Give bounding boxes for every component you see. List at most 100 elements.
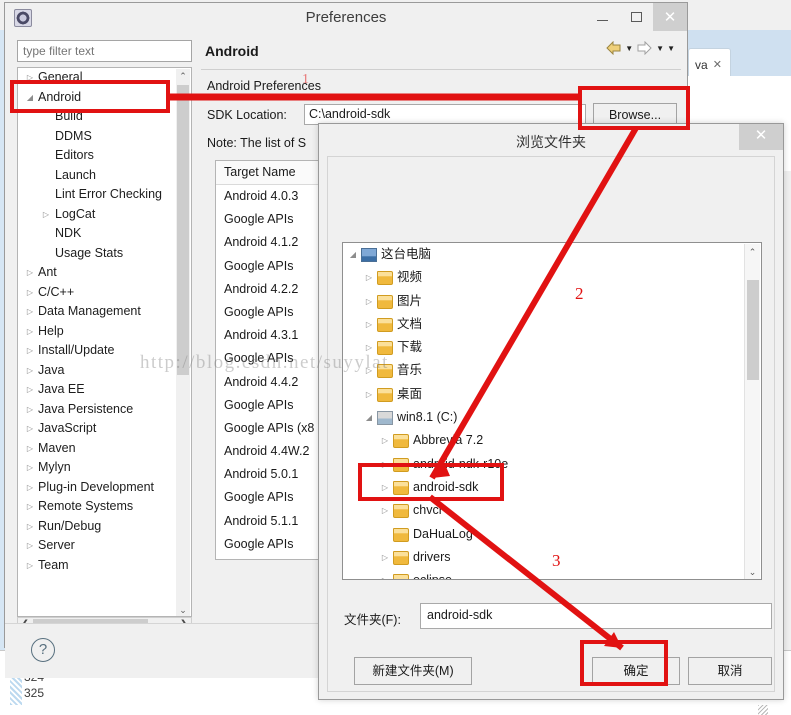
close-icon[interactable]: ✕ (713, 58, 722, 71)
disclosure-triangle-icon[interactable]: ▷ (24, 556, 36, 576)
sidebar-item-mylyn[interactable]: ▷ Mylyn (18, 458, 191, 478)
disclosure-triangle-icon[interactable]: ▷ (379, 546, 391, 569)
editor-tab-java[interactable]: va ✕ (688, 48, 731, 76)
scrollbar-thumb[interactable] (177, 85, 189, 375)
preferences-tree[interactable]: ▷ General ◢ Android Build DDMS Editors Launch Li… (17, 67, 192, 617)
tree-vertical-scrollbar[interactable]: ⌃ ⌄ (176, 69, 190, 616)
disclosure-triangle-icon[interactable]: ▷ (24, 263, 36, 283)
disclosure-triangle-icon[interactable]: ▷ (24, 361, 36, 381)
folder-tree-scrollbar[interactable]: ⌃ ⌄ (744, 244, 760, 579)
disclosure-triangle-icon[interactable]: ▷ (24, 478, 36, 498)
disclosure-triangle-icon[interactable]: ▷ (40, 205, 52, 225)
disclosure-triangle-icon[interactable]: ▷ (24, 439, 36, 459)
disclosure-triangle-icon[interactable]: ▷ (363, 383, 375, 406)
folder-tree-item[interactable]: ▷ 文档 (343, 313, 761, 336)
sidebar-item-ndk[interactable]: NDK (18, 224, 191, 244)
filter-input[interactable] (18, 41, 191, 61)
disclosure-triangle-icon[interactable]: ▷ (379, 476, 391, 499)
folder-tree-item[interactable]: ▷ android-ndk-r10e (343, 453, 761, 476)
sidebar-item-editors[interactable]: Editors (18, 146, 191, 166)
disclosure-triangle-icon[interactable]: ◢ (347, 243, 359, 266)
sidebar-item-c-c[interactable]: ▷ C/C++ (18, 283, 191, 303)
sidebar-item-lint-error-checking[interactable]: Lint Error Checking (18, 185, 191, 205)
folder-tree[interactable]: ◢ 这台电脑 ▷ 视频 ▷ 图片 ▷ 文档 ▷ 下载 ▷ 音乐 ▷ 桌面 ◢ win8.1 (C:) ▷ Abbr… (342, 242, 762, 580)
disclosure-triangle-icon[interactable]: ▷ (24, 458, 36, 478)
folder-tree-item[interactable]: ▷ drivers (343, 546, 761, 569)
folder-tree-item[interactable]: ▷ 图片 (343, 290, 761, 313)
disclosure-triangle-icon[interactable]: ▷ (24, 283, 36, 303)
disclosure-triangle-icon[interactable]: ▷ (363, 290, 375, 313)
back-menu-icon[interactable]: ▼ (625, 44, 633, 53)
view-menu-icon[interactable]: ▼ (667, 44, 675, 53)
disclosure-triangle-icon[interactable]: ▷ (363, 313, 375, 336)
disclosure-triangle-icon[interactable]: ▷ (379, 429, 391, 452)
disclosure-triangle-icon[interactable]: ▷ (24, 302, 36, 322)
disclosure-triangle-icon[interactable]: ▷ (379, 569, 391, 579)
disclosure-triangle-icon[interactable]: ▷ (379, 499, 391, 522)
sidebar-item-install-update[interactable]: ▷ Install/Update (18, 341, 191, 361)
folder-tree-item[interactable]: ◢ 这台电脑 (343, 243, 761, 266)
sidebar-item-team[interactable]: ▷ Team (18, 556, 191, 576)
sidebar-item-ddms[interactable]: DDMS (18, 127, 191, 147)
sidebar-item-plug-in-development[interactable]: ▷ Plug-in Development (18, 478, 191, 498)
disclosure-triangle-icon[interactable]: ◢ (24, 88, 36, 108)
disclosure-triangle-icon[interactable]: ▷ (363, 336, 375, 359)
folder-tree-item[interactable]: ▷ chvcr (343, 499, 761, 522)
sidebar-item-help[interactable]: ▷ Help (18, 322, 191, 342)
disclosure-triangle-icon[interactable]: ◢ (363, 406, 375, 429)
sidebar-item-server[interactable]: ▷ Server (18, 536, 191, 556)
sidebar-item-javascript[interactable]: ▷ JavaScript (18, 419, 191, 439)
sidebar-item-ant[interactable]: ▷ Ant (18, 263, 191, 283)
disclosure-triangle-icon[interactable]: ▷ (24, 68, 36, 88)
disclosure-triangle-icon[interactable]: ▷ (24, 517, 36, 537)
sidebar-item-launch[interactable]: Launch (18, 166, 191, 186)
sidebar-item-java-persistence[interactable]: ▷ Java Persistence (18, 400, 191, 420)
disclosure-triangle-icon[interactable]: ▷ (24, 380, 36, 400)
ok-button[interactable]: 确定 (592, 657, 680, 685)
folder-tree-item[interactable]: ▷ 下载 (343, 336, 761, 359)
dialog-close-button[interactable]: ✕ (739, 124, 783, 150)
folder-tree-item[interactable]: ▷ 音乐 (343, 359, 761, 382)
scroll-down-icon[interactable]: ⌄ (176, 603, 190, 616)
scrollbar-thumb[interactable] (747, 280, 759, 380)
sidebar-item-maven[interactable]: ▷ Maven (18, 439, 191, 459)
folder-tree-item[interactable]: ▷ 视频 (343, 266, 761, 289)
folder-name-input[interactable]: android-sdk (420, 603, 772, 629)
minimize-button[interactable] (585, 3, 619, 31)
disclosure-triangle-icon[interactable]: ▷ (24, 419, 36, 439)
folder-tree-item[interactable]: ◢ win8.1 (C:) (343, 406, 761, 429)
folder-tree-item[interactable]: ▷ Abbrevia 7.2 (343, 429, 761, 452)
close-button[interactable]: ✕ (653, 3, 687, 31)
sdk-location-input[interactable]: C:\android-sdk (304, 104, 586, 125)
sidebar-item-data-management[interactable]: ▷ Data Management (18, 302, 191, 322)
folder-tree-item[interactable]: ▷ 桌面 (343, 383, 761, 406)
disclosure-triangle-icon[interactable]: ▷ (379, 453, 391, 476)
sidebar-item-build[interactable]: Build (18, 107, 191, 127)
scroll-up-icon[interactable]: ⌃ (176, 69, 190, 83)
disclosure-triangle-icon[interactable]: ▷ (363, 359, 375, 382)
scroll-up-icon[interactable]: ⌃ (745, 244, 760, 260)
folder-tree-item[interactable]: ▷ android-sdk (343, 476, 761, 499)
disclosure-triangle-icon[interactable]: ▷ (24, 400, 36, 420)
sidebar-item-java-ee[interactable]: ▷ Java EE (18, 380, 191, 400)
sidebar-item-run-debug[interactable]: ▷ Run/Debug (18, 517, 191, 537)
disclosure-triangle-icon[interactable]: ▷ (24, 497, 36, 517)
cancel-button[interactable]: 取消 (688, 657, 772, 685)
disclosure-triangle-icon[interactable]: ▷ (24, 536, 36, 556)
new-folder-button[interactable]: 新建文件夹(M) (354, 657, 472, 685)
sidebar-item-remote-systems[interactable]: ▷ Remote Systems (18, 497, 191, 517)
disclosure-triangle-icon[interactable]: ▷ (363, 266, 375, 289)
forward-arrow-icon[interactable] (636, 41, 653, 55)
back-arrow-icon[interactable] (605, 41, 622, 55)
scroll-down-icon[interactable]: ⌄ (745, 564, 760, 579)
filter-input-wrap[interactable] (17, 40, 192, 62)
sidebar-item-logcat[interactable]: ▷ LogCat (18, 205, 191, 225)
folder-tree-item[interactable]: ▷ eclipse (343, 569, 761, 579)
sidebar-item-java[interactable]: ▷ Java (18, 361, 191, 381)
sidebar-item-android[interactable]: ◢ Android (18, 88, 191, 108)
sidebar-item-usage-stats[interactable]: Usage Stats (18, 244, 191, 264)
forward-menu-icon[interactable]: ▼ (656, 44, 664, 53)
help-icon[interactable]: ? (31, 638, 55, 662)
maximize-button[interactable] (619, 3, 653, 31)
sidebar-item-general[interactable]: ▷ General (18, 68, 191, 88)
